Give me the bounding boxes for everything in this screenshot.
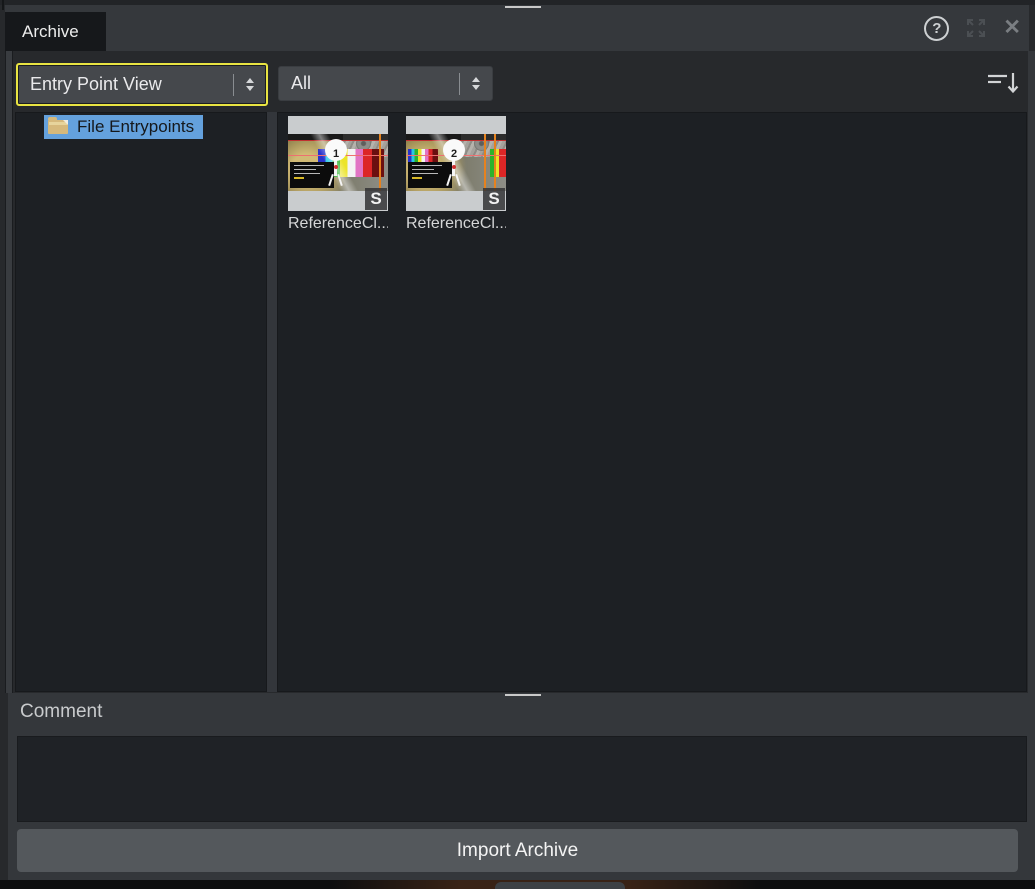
folder-icon: [48, 117, 68, 134]
tree-item-file-entrypoints[interactable]: File Entrypoints: [44, 115, 204, 139]
view-dropdown-value: Entry Point View: [30, 74, 162, 94]
tab-archive[interactable]: Archive: [5, 12, 106, 51]
top-splitter-handle[interactable]: [505, 6, 541, 8]
spinner-arrows-icon[interactable]: [460, 77, 492, 90]
titlebar: Archive ? ✕: [5, 5, 1029, 51]
vertical-splitter[interactable]: [267, 112, 541, 692]
filter-dropdown[interactable]: All: [278, 66, 493, 101]
titlebar-icons: ? ✕: [924, 5, 1021, 51]
entrypoint-tree-panel: File Entrypoints: [15, 112, 267, 692]
thumbnail-2[interactable]: 2 S: [406, 116, 506, 211]
close-icon[interactable]: ✕: [1003, 16, 1021, 40]
spinner-arrows-icon[interactable]: [234, 78, 266, 91]
archive-item-label: ReferenceCl...: [288, 215, 388, 232]
view-dropdown[interactable]: Entry Point View: [16, 63, 268, 106]
corner-notch: [2, 0, 4, 10]
scene-badge: S: [483, 188, 505, 210]
import-archive-button[interactable]: Import Archive: [17, 829, 1018, 872]
figure-head-number: 1: [325, 139, 347, 161]
filter-dropdown-value: All: [291, 73, 312, 93]
archive-item-2[interactable]: 2 S ReferenceCl...: [406, 116, 506, 233]
comment-label: Comment: [20, 701, 103, 722]
left-frame-strip: [5, 51, 13, 693]
comment-input[interactable]: [17, 736, 1027, 822]
test-pattern-image: 2: [406, 134, 506, 191]
figure-head-number: 2: [443, 139, 465, 161]
help-icon[interactable]: ?: [924, 15, 950, 41]
expand-icon[interactable]: [964, 16, 988, 40]
test-pattern-image: 1: [288, 134, 388, 191]
thumbnail-1[interactable]: 1 S: [288, 116, 388, 211]
archive-items-panel: 1 S ReferenceCl... 2 S ReferenceCl...: [277, 112, 1027, 692]
archive-item-label: ReferenceCl...: [406, 215, 506, 232]
horizontal-splitter-handle[interactable]: [505, 694, 541, 696]
background-element: [495, 882, 625, 889]
bottom-edge-strip: [0, 880, 1035, 889]
tab-archive-label: Archive: [22, 21, 79, 41]
tree-item-label: File Entrypoints: [77, 117, 195, 136]
sort-descending-icon[interactable]: [986, 68, 1020, 98]
scene-badge: S: [365, 188, 387, 210]
archive-item-1[interactable]: 1 S ReferenceCl...: [288, 116, 388, 233]
archive-window: Archive ? ✕ Entry Point View All File En…: [0, 0, 1035, 889]
